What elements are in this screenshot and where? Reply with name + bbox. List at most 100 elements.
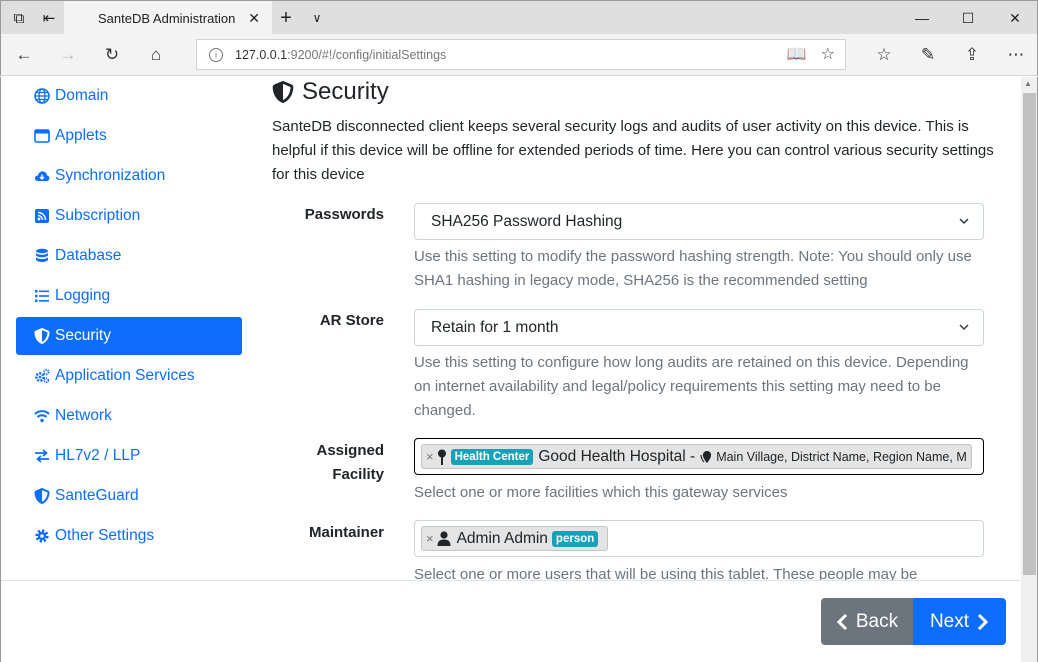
assigned-facility-label: Assigned Facility [316, 442, 384, 483]
sidebar-item-label: Other Settings [55, 527, 155, 544]
passwords-label: Passwords [304, 206, 384, 223]
forward-arrow-icon[interactable]: → [51, 38, 85, 72]
cloud-download-icon [33, 168, 51, 184]
pen-notes-icon[interactable]: ✎ [911, 38, 945, 72]
home-icon[interactable]: ⌂ [139, 38, 173, 72]
maximize-icon[interactable]: ☐ [945, 1, 991, 35]
favorites-list-icon[interactable]: ☆ [867, 38, 901, 72]
sidebar-item-applets[interactable]: Applets [16, 117, 242, 155]
back-button[interactable]: Back [821, 598, 913, 645]
sidebar-item-label: Database [55, 247, 122, 264]
browser-titlebar: ⧉ ⇤ SanteDB Administration ✕ + ∨ — ☐ ✕ [0, 0, 1038, 35]
sidebar-item-label: Applets [55, 127, 107, 144]
chevron-right-icon [977, 613, 989, 630]
intro-text: SanteDB disconnected client keeps severa… [272, 118, 994, 183]
sidebar-item-domain[interactable]: Domain [16, 77, 242, 115]
sidebar-item-hl7v2-llp[interactable]: HL7v2 / LLP [16, 437, 242, 475]
tab-list-chevron-icon[interactable]: ∨ [305, 1, 329, 35]
person-badge: person [551, 530, 599, 547]
user-icon [437, 531, 451, 546]
sidebar-item-application-services[interactable]: Application Services [16, 357, 242, 395]
passwords-select[interactable]: SHA256 Password Hashing [414, 203, 984, 240]
sidebar-item-label: SanteGuard [55, 487, 139, 504]
address-bar[interactable]: i 127.0.0.1:9200/#!/config/initialSettin… [196, 39, 846, 70]
list-icon [33, 288, 51, 304]
tab-title: SanteDB Administration [98, 10, 236, 26]
gear-icon [33, 528, 51, 544]
scroll-up-arrow-icon[interactable]: ▲ [1024, 79, 1032, 88]
next-button-label: Next [929, 610, 970, 632]
page-scrollbar[interactable]: ▲ [1021, 77, 1038, 662]
wifi-icon [33, 408, 51, 424]
passwords-help: Use this setting to modify the password … [414, 248, 972, 289]
chevron-down-icon [959, 324, 969, 331]
rss-icon [33, 208, 51, 224]
next-button[interactable]: Next [913, 598, 1006, 645]
browser-tab[interactable]: SanteDB Administration ✕ [64, 1, 272, 35]
reading-view-icon[interactable]: 📖 [787, 44, 807, 64]
set-tabs-aside-icon[interactable]: ⇤ [37, 1, 61, 35]
sidebar-item-label: Subscription [55, 207, 141, 224]
window-icon [33, 128, 51, 144]
sidebar-item-subscription[interactable]: Subscription [16, 197, 242, 235]
passwords-value: SHA256 Password Hashing [431, 212, 623, 230]
close-window-icon[interactable]: ✕ [992, 1, 1038, 35]
share-icon[interactable]: ⇪ [955, 38, 989, 72]
refresh-icon[interactable]: ↻ [95, 38, 129, 72]
sidebar-item-santeguard[interactable]: SanteGuard [16, 477, 242, 515]
sidebar-item-label: Application Services [55, 367, 195, 384]
sidebar-item-label: Security [55, 327, 111, 344]
facility-chip: × Health Center Good Health Hospital - M… [421, 444, 972, 469]
sidebar-item-label: Domain [55, 87, 109, 104]
sidebar-item-label: Logging [55, 287, 111, 304]
health-center-badge: Health Center [450, 448, 534, 465]
shield-icon [272, 81, 294, 103]
ar-store-help: Use this setting to configure how long a… [414, 354, 969, 419]
favorite-star-icon[interactable]: ☆ [821, 44, 835, 64]
sidebar-item-logging[interactable]: Logging [16, 277, 242, 315]
maintainer-chip: × Admin Admin person [421, 526, 609, 551]
shield-icon [33, 488, 51, 504]
globe-icon [33, 88, 51, 104]
map-pin-icon [437, 449, 446, 465]
facility-name: Good Health Hospital - [538, 447, 696, 465]
page-viewport: Domain Applets Synchronization Subscription… [0, 77, 1021, 662]
close-tab-icon[interactable]: ✕ [248, 10, 260, 27]
chevron-left-icon [836, 613, 847, 630]
scroll-thumb[interactable] [1023, 93, 1036, 575]
assigned-facility-input[interactable]: × Health Center Good Health Hospital - M… [414, 438, 984, 475]
url-text: 127.0.0.1:9200/#!/config/initialSettings [235, 47, 447, 62]
ar-store-value: Retain for 1 month [431, 318, 559, 336]
maintainer-name: Admin Admin [456, 529, 548, 547]
ar-store-select[interactable]: Retain for 1 month [414, 309, 984, 346]
exchange-icon [33, 448, 51, 464]
site-info-icon[interactable]: i [209, 47, 223, 62]
sidebar-item-synchronization[interactable]: Synchronization [16, 157, 242, 195]
sidebar-item-label: Network [55, 407, 112, 424]
settings-sidebar: Domain Applets Synchronization Subscription… [16, 77, 242, 557]
sidebar-item-network[interactable]: Network [16, 397, 242, 435]
map-marker-icon [700, 450, 712, 463]
new-tab-icon[interactable]: + [274, 1, 298, 35]
more-menu-icon[interactable]: ⋯ [999, 38, 1033, 72]
chevron-down-icon [959, 218, 969, 225]
remove-chip-icon[interactable]: × [426, 449, 434, 464]
ar-store-label: AR Store [319, 312, 384, 329]
browser-navbar: ← → ↻ ⌂ i 127.0.0.1:9200/#!/config/initi… [0, 34, 1038, 76]
assigned-facility-help: Select one or more facilities which this… [414, 484, 788, 501]
remove-chip-icon[interactable]: × [426, 531, 434, 546]
page-title-text: Security [302, 78, 389, 105]
back-button-label: Back [855, 610, 899, 632]
cogs-icon [33, 368, 51, 384]
sidebar-item-other-settings[interactable]: Other Settings [16, 517, 242, 555]
sidebar-item-security[interactable]: Security [16, 317, 242, 355]
back-arrow-icon[interactable]: ← [7, 38, 41, 72]
tab-actions-icon[interactable]: ⧉ [7, 1, 31, 35]
sidebar-item-database[interactable]: Database [16, 237, 242, 275]
sidebar-item-label: HL7v2 / LLP [55, 447, 141, 464]
sidebar-item-label: Synchronization [55, 167, 166, 184]
database-icon [33, 248, 51, 264]
page-title: Security [272, 78, 389, 106]
minimize-icon[interactable]: — [899, 1, 945, 35]
maintainer-input[interactable]: × Admin Admin person [414, 520, 984, 557]
